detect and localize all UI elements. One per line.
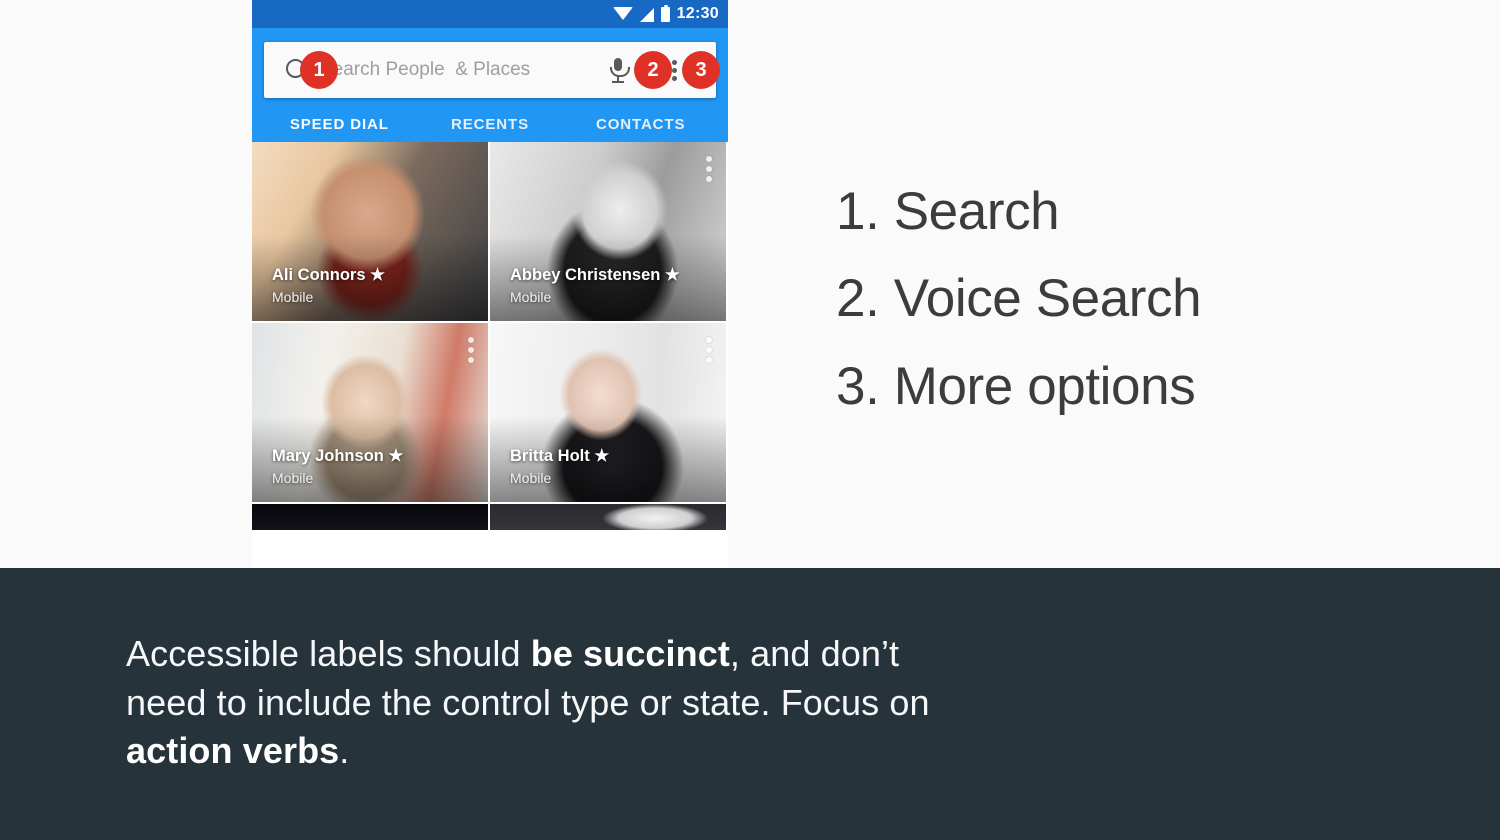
- contact-name-text: Abbey Christensen: [510, 266, 661, 284]
- more-vert-dot: [706, 347, 712, 353]
- app-bar: Search People & Places 1 2 3 SPEED DIAL …: [252, 28, 728, 150]
- more-vert-dot: [468, 337, 474, 343]
- microphone-base: [612, 81, 624, 84]
- favorite-star-icon: ★: [664, 266, 680, 284]
- more-vert-icon[interactable]: [672, 59, 677, 81]
- caption-bold-1: be succinct: [530, 633, 730, 674]
- tab-contacts-label: CONTACTS: [595, 115, 686, 133]
- caption-part-3: .: [339, 730, 350, 772]
- status-bar: 12:30: [252, 0, 728, 28]
- card-more-vert-icon[interactable]: [468, 337, 474, 363]
- phone-mockup: 12:30 Search People & Places 1 2 3 SPEED…: [252, 0, 728, 568]
- contact-name: Britta Holt ★: [510, 446, 609, 466]
- contact-card-partial[interactable]: [252, 504, 490, 532]
- contact-subtitle: Mobile: [510, 470, 552, 486]
- more-vert-dot: [672, 59, 677, 65]
- microphone-icon[interactable]: [608, 57, 630, 84]
- caption-band: Accessible labels should be succinct, an…: [0, 568, 1500, 840]
- contact-subtitle: Mobile: [272, 289, 314, 305]
- more-vert-dot: [468, 347, 474, 353]
- contact-name-text: Mary Johnson: [272, 447, 384, 465]
- contact-name: Ali Connors ★: [272, 265, 385, 285]
- more-vert-dot: [706, 166, 712, 172]
- search-field-actions: 2 3: [608, 51, 720, 89]
- callout-legend: 1. Search 2. Voice Search 3. More option…: [836, 168, 1202, 430]
- contact-card[interactable]: Ali Connors ★ Mobile: [252, 142, 490, 323]
- page-root: 12:30 Search People & Places 1 2 3 SPEED…: [0, 0, 1500, 840]
- search-field[interactable]: Search People & Places 1 2 3: [264, 42, 720, 98]
- contact-card[interactable]: Mary Johnson ★ Mobile: [252, 323, 490, 504]
- more-vert-dot: [672, 75, 677, 81]
- caption-text: Accessible labels should be succinct, an…: [126, 630, 946, 776]
- tab-recents-label: RECENTS: [451, 115, 529, 133]
- more-vert-dot: [706, 337, 712, 343]
- more-vert-dot: [706, 357, 712, 363]
- contact-name-text: Ali Connors: [272, 266, 366, 284]
- legend-item-1: 1. Search: [836, 182, 1060, 241]
- contact-card-partial[interactable]: [490, 504, 728, 532]
- more-vert-dot: [706, 176, 712, 182]
- favorite-star-icon: ★: [388, 447, 404, 465]
- more-vert-dot: [706, 156, 712, 162]
- contact-card[interactable]: Britta Holt ★ Mobile: [490, 323, 728, 504]
- battery-icon: [660, 4, 670, 22]
- legend-item-2: 2. Voice Search: [836, 269, 1202, 329]
- card-more-vert-icon[interactable]: [706, 337, 712, 363]
- contact-photo: [252, 504, 488, 530]
- legend-item-3: 3. More options: [836, 356, 1196, 416]
- contact-card[interactable]: Abbey Christensen ★ Mobile: [490, 142, 728, 323]
- contact-subtitle: Mobile: [272, 470, 314, 486]
- favorite-star-icon: ★: [594, 447, 610, 465]
- contact-photo: [490, 504, 726, 530]
- contact-grid: Ali Connors ★ Mobile Abbey Christensen ★…: [252, 142, 728, 532]
- callout-badge-1: 1: [300, 51, 338, 89]
- contact-subtitle: Mobile: [510, 289, 552, 305]
- signal-icon: [639, 7, 654, 22]
- card-more-vert-icon[interactable]: [706, 156, 712, 182]
- search-input-placeholder[interactable]: Search People & Places: [320, 59, 530, 81]
- caption-bold-2: action verbs: [126, 730, 340, 772]
- contact-name: Abbey Christensen ★: [510, 265, 680, 285]
- more-vert-dot: [468, 357, 474, 363]
- status-bar-time: 12:30: [676, 5, 719, 22]
- contact-name-text: Britta Holt: [510, 447, 590, 465]
- callout-badge-3: 3: [682, 51, 720, 89]
- favorite-star-icon: ★: [370, 266, 385, 284]
- wifi-icon: [612, 7, 633, 20]
- more-vert-dot: [672, 67, 677, 73]
- caption-part-1: Accessible labels should: [126, 633, 531, 674]
- contact-name: Mary Johnson ★: [272, 446, 403, 466]
- callout-badge-2: 2: [634, 51, 672, 89]
- tab-speed-dial-label: SPEED DIAL: [289, 115, 389, 133]
